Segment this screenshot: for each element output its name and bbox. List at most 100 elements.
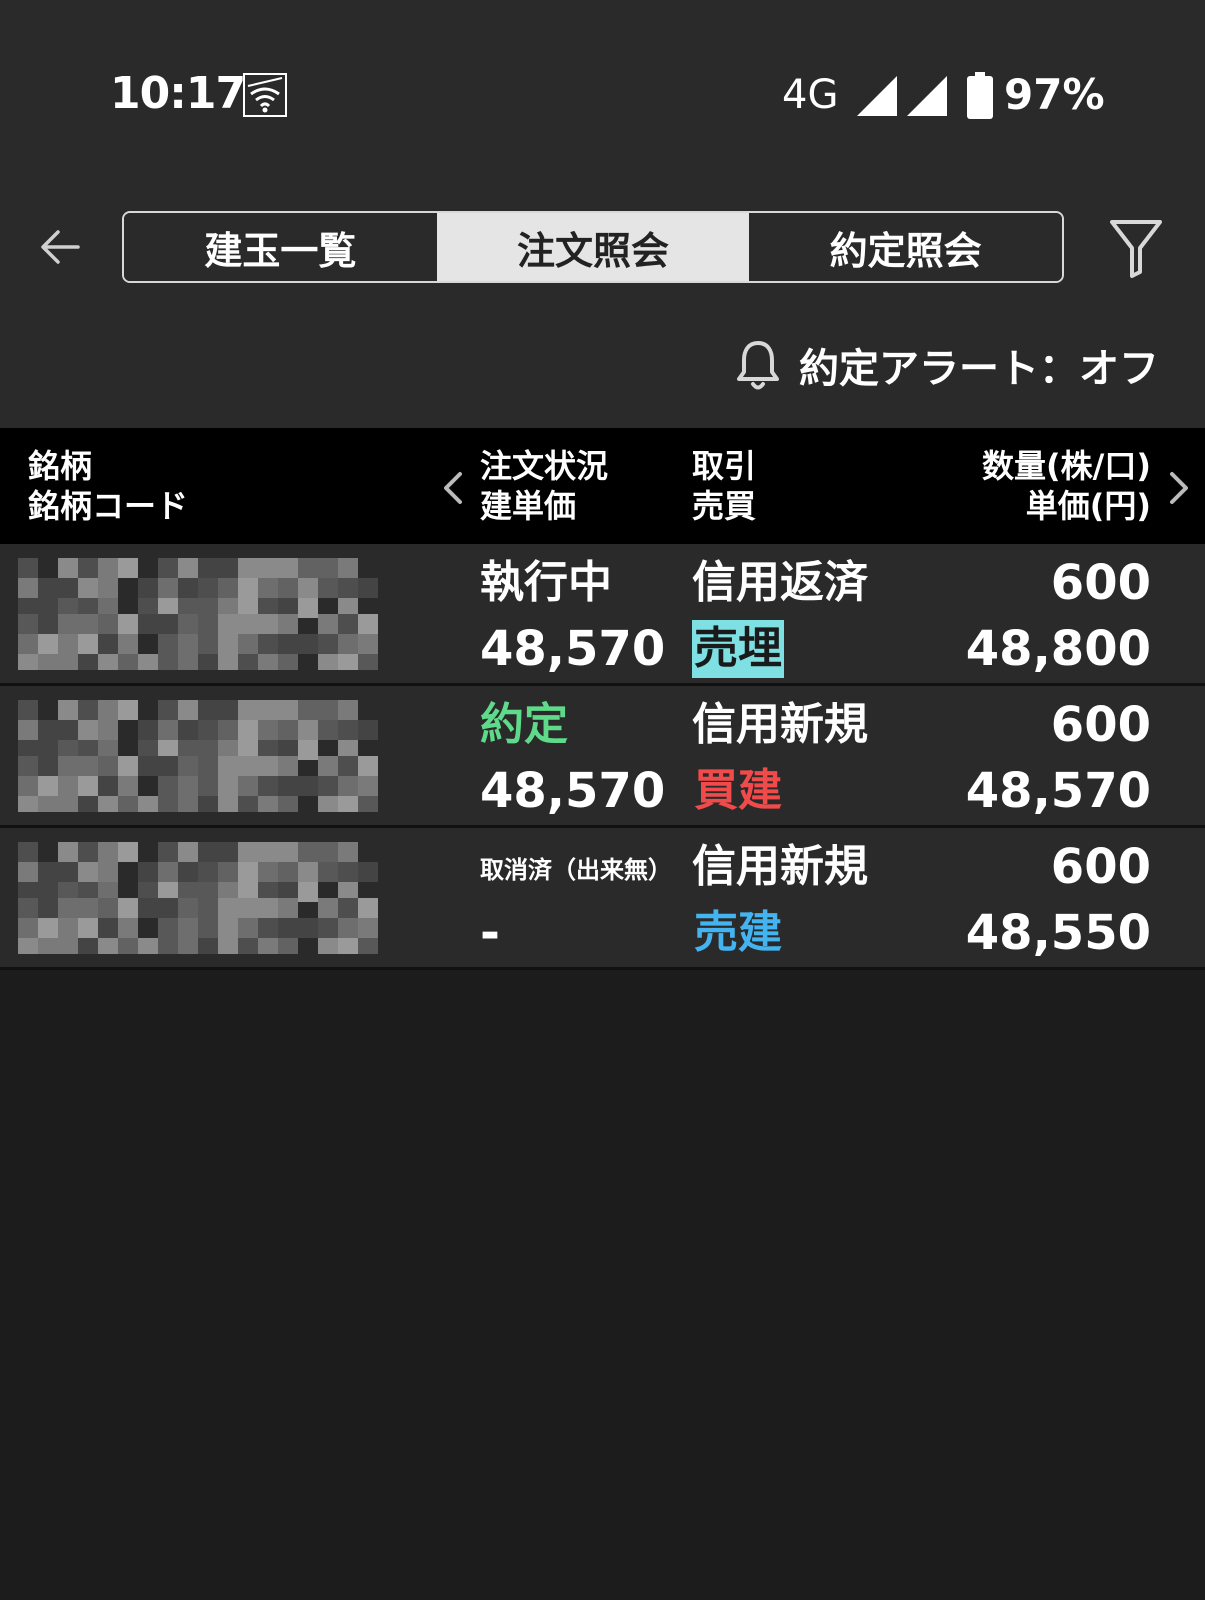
mosaic-block — [278, 720, 298, 740]
mosaic-block — [318, 796, 338, 812]
mosaic-block — [58, 700, 78, 720]
mosaic-block — [178, 756, 198, 776]
mosaic-block — [238, 654, 258, 670]
mosaic-block — [58, 654, 78, 670]
mosaic-block — [138, 796, 158, 812]
mosaic-block — [78, 654, 98, 670]
mosaic-block — [78, 938, 98, 954]
mosaic-block — [38, 756, 58, 776]
mosaic-block — [338, 700, 358, 720]
network-type: 4G — [782, 72, 839, 118]
mosaic-block — [58, 614, 78, 634]
order-status: 執行中 — [480, 557, 612, 608]
mosaic-block — [278, 898, 298, 918]
mosaic-block — [358, 862, 378, 882]
mosaic-block — [318, 634, 338, 654]
mosaic-block — [98, 756, 118, 776]
mosaic-block — [198, 654, 218, 670]
mosaic-block — [158, 756, 178, 776]
mosaic-block — [238, 700, 258, 720]
table-row[interactable]: 取消済（出来無） - 信用新規 売建 600 48,550 — [0, 828, 1205, 970]
tab-positions[interactable]: 建玉一覧 — [124, 213, 437, 281]
mosaic-block — [18, 898, 38, 918]
mosaic-block — [38, 614, 58, 634]
mosaic-block — [178, 578, 198, 598]
mosaic-block — [138, 614, 158, 634]
mosaic-block — [198, 614, 218, 634]
chevron-right-icon[interactable] — [1166, 468, 1194, 508]
mosaic-block — [258, 614, 278, 634]
quantity: 600 — [1050, 839, 1151, 895]
tab-orders[interactable]: 注文照会 — [436, 213, 750, 281]
mosaic-block — [298, 558, 318, 578]
table-row[interactable]: 約定 48,570 信用新規 買建 600 48,570 — [0, 686, 1205, 828]
mosaic-block — [298, 700, 318, 720]
mosaic-block — [158, 634, 178, 654]
mosaic-block — [258, 842, 278, 862]
bell-icon — [737, 341, 779, 390]
mosaic-block — [218, 614, 238, 634]
mosaic-block — [38, 918, 58, 938]
mosaic-block — [198, 842, 218, 862]
status-bar: 10:17 4G 97% — [0, 60, 1205, 130]
mosaic-block — [258, 796, 278, 812]
entry-price: - — [480, 905, 500, 961]
execution-alert-toggle[interactable]: 約定アラート：オフ — [735, 335, 1159, 395]
mosaic-block — [238, 898, 258, 918]
chevron-left-icon[interactable] — [438, 468, 466, 508]
mosaic-block — [258, 938, 278, 954]
mosaic-block — [258, 634, 278, 654]
alert-label: 約定アラート：オフ — [799, 346, 1159, 392]
battery-icon — [967, 72, 993, 119]
mosaic-block — [158, 700, 178, 720]
buy-sell-label: 売建 — [694, 907, 782, 958]
mosaic-block — [298, 634, 318, 654]
mosaic-block — [98, 842, 118, 862]
mosaic-block — [338, 720, 358, 740]
mosaic-block — [218, 634, 238, 654]
mosaic-block — [98, 700, 118, 720]
mosaic-block — [158, 578, 178, 598]
header-qty: 数量(株/口) — [982, 447, 1151, 485]
filter-icon[interactable] — [1108, 218, 1164, 278]
back-arrow-icon[interactable] — [36, 222, 86, 272]
mosaic-block — [138, 720, 158, 740]
tab-executions[interactable]: 約定照会 — [749, 213, 1062, 281]
mosaic-block — [58, 558, 78, 578]
mosaic-block — [98, 558, 118, 578]
mosaic-block — [218, 756, 238, 776]
mosaic-block — [358, 654, 378, 670]
mosaic-block — [258, 776, 278, 796]
mosaic-block — [138, 938, 158, 954]
mosaic-block — [238, 938, 258, 954]
mosaic-block — [158, 918, 178, 938]
mosaic-block — [78, 756, 98, 776]
header-trade-type: 取引 — [692, 447, 757, 485]
mosaic-block — [238, 796, 258, 812]
mosaic-block — [298, 842, 318, 862]
mosaic-block — [198, 558, 218, 578]
mosaic-block — [158, 776, 178, 796]
mosaic-block — [258, 654, 278, 670]
mosaic-block — [218, 862, 238, 882]
mosaic-block — [298, 882, 318, 902]
mosaic-block — [358, 720, 378, 740]
mosaic-block — [278, 700, 298, 720]
mosaic-block — [258, 578, 278, 598]
header-symbol-name: 銘柄 — [28, 447, 93, 485]
mosaic-block — [358, 578, 378, 598]
mosaic-block — [38, 862, 58, 882]
table-row[interactable]: 執行中 48,570 信用返済 売埋 600 48,800 — [0, 544, 1205, 686]
buy-sell-label: 買建 — [694, 765, 782, 816]
mosaic-block — [198, 720, 218, 740]
mosaic-block — [198, 634, 218, 654]
mosaic-block — [118, 654, 138, 670]
unit-price: 48,550 — [965, 905, 1151, 961]
mosaic-block — [338, 776, 358, 796]
mosaic-block — [38, 720, 58, 740]
mosaic-block — [278, 634, 298, 654]
mosaic-block — [98, 614, 118, 634]
blurred-symbol-info — [18, 700, 378, 812]
mosaic-block — [278, 756, 298, 776]
mosaic-block — [318, 918, 338, 938]
